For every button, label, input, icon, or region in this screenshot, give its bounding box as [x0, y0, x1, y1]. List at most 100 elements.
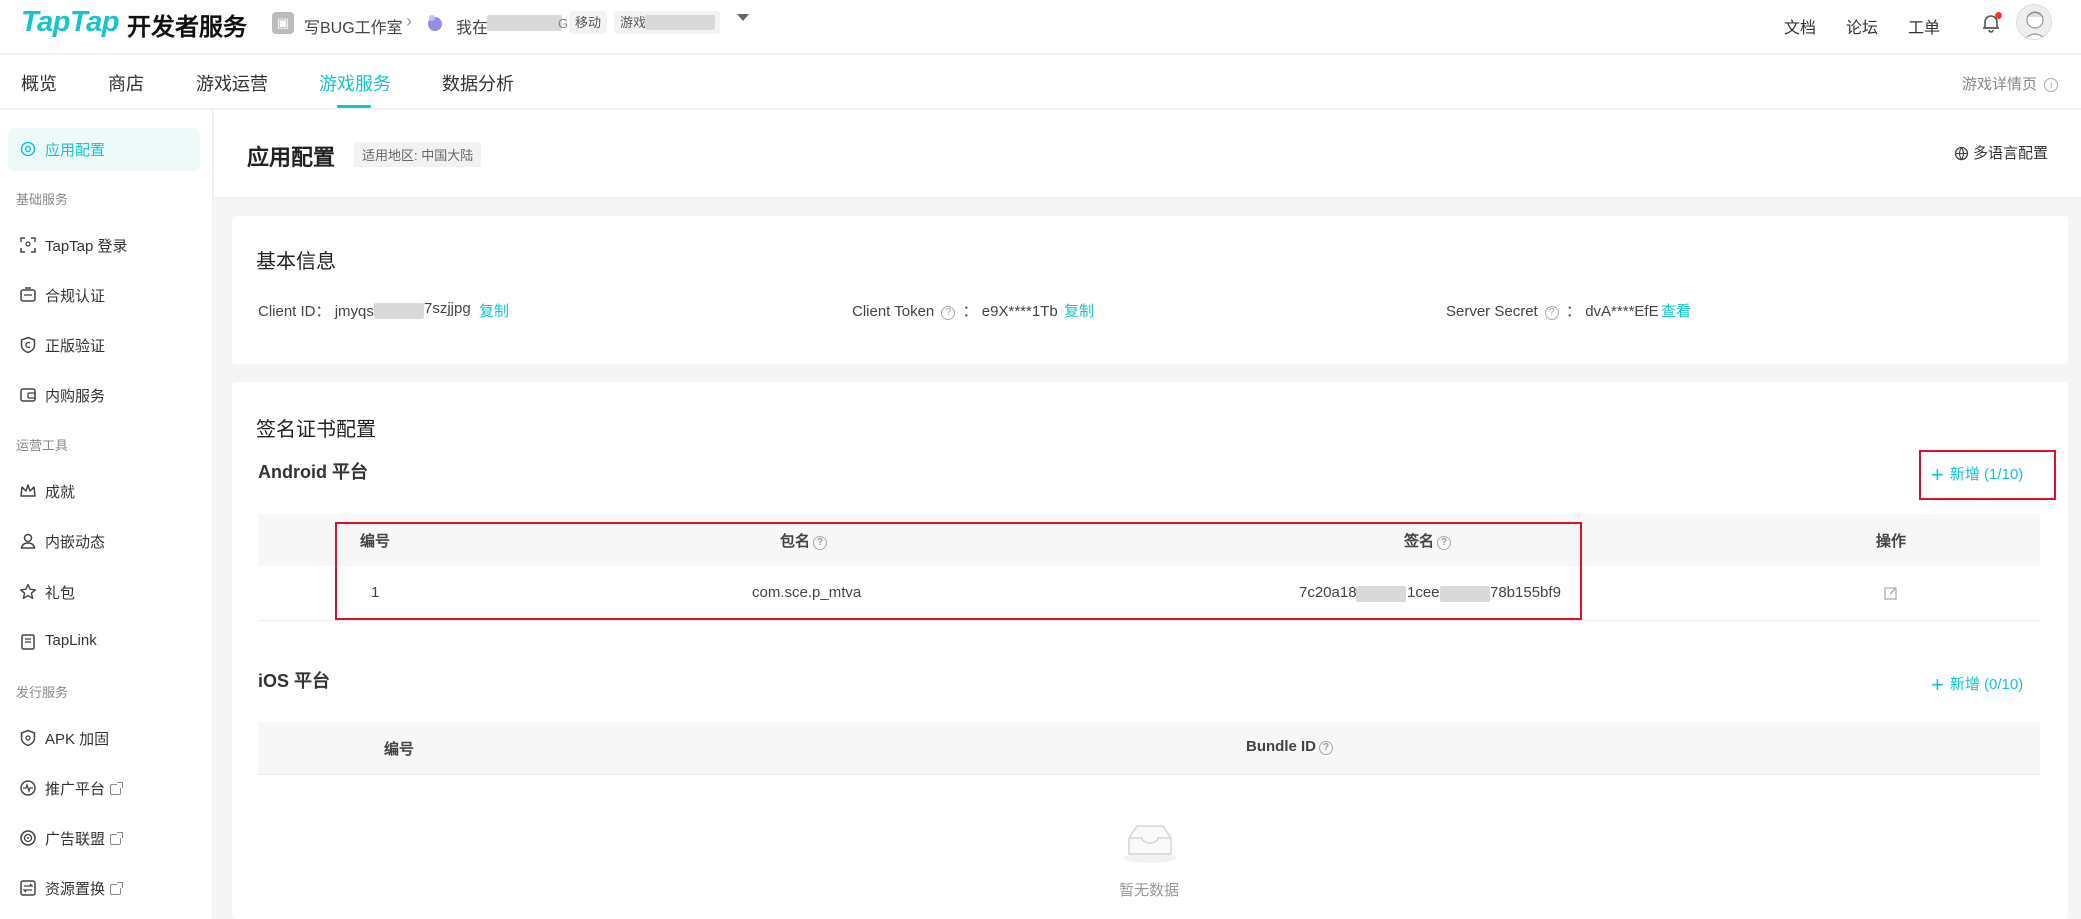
- add-ios-label: 新增 (0/10): [1949, 676, 2024, 693]
- sidebar-item-app-config[interactable]: 应用配置: [8, 128, 200, 171]
- help-icon[interactable]: ?: [1544, 306, 1559, 320]
- add-ios-cert-button[interactable]: + 新增 (0/10): [1931, 672, 2023, 698]
- help-icon[interactable]: ?: [941, 306, 956, 320]
- view-server-secret-button[interactable]: 查看: [1661, 300, 1691, 321]
- sidebar-item-label: 资源置换: [45, 878, 124, 899]
- wallet-icon: [20, 388, 36, 402]
- ticket-link[interactable]: 工单: [1908, 14, 1940, 38]
- basic-info-title: 基本信息: [256, 251, 336, 273]
- sidebar-item-label: 礼包: [45, 585, 76, 602]
- sidebar-item-taplink[interactable]: TapLink: [8, 621, 200, 664]
- notification-dot: [1995, 12, 2002, 19]
- client-id-field: Client ID： jmyqs: [258, 300, 374, 321]
- tab-overview[interactable]: 概览: [21, 70, 57, 96]
- studio-icon: ▣: [272, 12, 294, 34]
- exchange-icon: [20, 880, 36, 896]
- sidebar-item-label: APK 加固: [45, 731, 110, 748]
- app-name-suffix: G: [558, 16, 569, 31]
- docs-link[interactable]: 文档: [1784, 14, 1816, 38]
- basic-info-card: 基本信息: [232, 216, 2068, 364]
- client-token-value: ： e9X****1Tb: [962, 303, 1058, 320]
- sidebar: 应用配置 基础服务 TapTap 登录 合规认证 正版验证 内购服务 运营工具 …: [0, 110, 213, 919]
- sidebar-item-resource-exchange[interactable]: 资源置换: [8, 867, 200, 910]
- sidebar-item-gift[interactable]: 礼包: [8, 571, 200, 614]
- tab-analytics[interactable]: 数据分析: [442, 70, 514, 96]
- tab-operations[interactable]: 游戏运营: [196, 70, 268, 96]
- ios-platform-title: iOS 平台: [258, 671, 331, 691]
- server-secret-field: Server Secret ? ： dvA****EfE: [1446, 300, 1659, 321]
- sidebar-item-label: 内嵌动态: [45, 534, 106, 551]
- taptap-logo[interactable]: TapTap: [21, 6, 119, 39]
- android-platform-title: Android 平台: [258, 462, 368, 482]
- sidebar-item-taptap-login[interactable]: TapTap 登录: [8, 224, 200, 267]
- logo-subtitle[interactable]: 开发者服务: [127, 7, 247, 42]
- multi-language-config-button[interactable]: 多语言配置: [1954, 142, 2048, 163]
- highlight-box-table: [335, 522, 1582, 620]
- app-icon: [428, 15, 442, 31]
- server-secret-value: ： dvA****EfE: [1566, 303, 1659, 320]
- globe-icon: [1954, 146, 1969, 161]
- info-icon: i: [2044, 78, 2059, 92]
- redacted-client-id: [374, 303, 424, 319]
- page-header: 应用配置 适用地区: 中国大陆 多语言配置: [214, 110, 2081, 198]
- sidebar-item-label: 成就: [45, 484, 76, 501]
- sidebar-item-achievements[interactable]: 成就: [8, 470, 200, 513]
- forum-link[interactable]: 论坛: [1846, 14, 1878, 38]
- sidebar-item-ad-network[interactable]: 广告联盟: [8, 817, 200, 860]
- sidebar-group-ops: 运营工具: [16, 438, 69, 453]
- ios-table-header: 编号 Bundle ID?: [258, 722, 2040, 774]
- help-icon[interactable]: ?: [1319, 741, 1333, 755]
- scan-icon: [20, 237, 36, 253]
- top-bar: TapTap 开发者服务 ▣ 写BUG工作室 › 我在 G 移动 游戏 文档 论…: [0, 0, 2081, 54]
- redacted-game-name: [645, 15, 715, 30]
- page-title: 应用配置: [247, 145, 336, 170]
- chevron-right-icon: ›: [406, 11, 412, 31]
- game-detail-link[interactable]: 游戏详情页 i: [1962, 73, 2061, 94]
- sidebar-item-label: 推广平台: [45, 778, 124, 799]
- star-icon: [20, 583, 36, 599]
- avatar[interactable]: [2016, 4, 2052, 40]
- external-link-icon: [110, 882, 124, 895]
- external-link-icon: [110, 782, 124, 795]
- sidebar-group-basic: 基础服务: [16, 192, 69, 207]
- sidebar-item-label: 应用配置: [45, 142, 106, 159]
- highlight-box-add: [1919, 450, 2056, 500]
- edit-icon[interactable]: [1884, 586, 1898, 600]
- client-token-label: Client Token: [852, 303, 935, 320]
- id-card-icon: [20, 287, 36, 302]
- client-id-value-b: 7szjjpg: [424, 300, 471, 317]
- region-tag: 适用地区: 中国大陆: [354, 142, 482, 167]
- sidebar-group-publish: 发行服务: [16, 685, 69, 700]
- chevron-down-icon[interactable]: [737, 14, 749, 21]
- sidebar-item-compliance[interactable]: 合规认证: [8, 274, 200, 317]
- external-link-icon: [110, 832, 124, 845]
- document-icon: [21, 634, 35, 650]
- sidebar-item-label: 广告联盟: [45, 828, 124, 849]
- col-number: 编号: [384, 741, 415, 758]
- sidebar-item-apk-hardening[interactable]: APK 加固: [8, 717, 200, 760]
- sidebar-item-iap[interactable]: 内购服务: [8, 374, 200, 417]
- copy-client-token-button[interactable]: 复制: [1064, 300, 1094, 321]
- empty-inbox-icon: [1123, 825, 1177, 863]
- sidebar-item-promotion[interactable]: 推广平台: [8, 767, 200, 810]
- col-action: 操作: [1876, 533, 1907, 550]
- copy-client-id-button[interactable]: 复制: [479, 300, 509, 321]
- sidebar-item-license-check[interactable]: 正版验证: [8, 324, 200, 367]
- sidebar-item-label: 内购服务: [45, 388, 106, 405]
- sidebar-item-embedded-feed[interactable]: 内嵌动态: [8, 520, 200, 563]
- app-name-prefix[interactable]: 我在: [456, 14, 488, 38]
- row-divider: [258, 774, 2040, 775]
- client-id-value-a: jmyqs: [334, 303, 374, 320]
- client-token-field: Client Token ? ： e9X****1Tb: [852, 300, 1058, 321]
- server-secret-label: Server Secret: [1446, 303, 1538, 320]
- tab-game-services[interactable]: 游戏服务: [319, 70, 391, 96]
- tab-store[interactable]: 商店: [108, 70, 144, 96]
- globe-icon: [20, 780, 36, 796]
- lang-config-label: 多语言配置: [1973, 145, 2049, 162]
- client-id-label: Client ID：: [258, 303, 331, 320]
- sidebar-item-label: 正版验证: [45, 338, 106, 355]
- plus-icon: +: [1931, 672, 1944, 697]
- studio-name[interactable]: 写BUG工作室: [304, 14, 403, 38]
- sidebar-item-label: 合规认证: [45, 288, 106, 305]
- ad-icon: [20, 830, 36, 846]
